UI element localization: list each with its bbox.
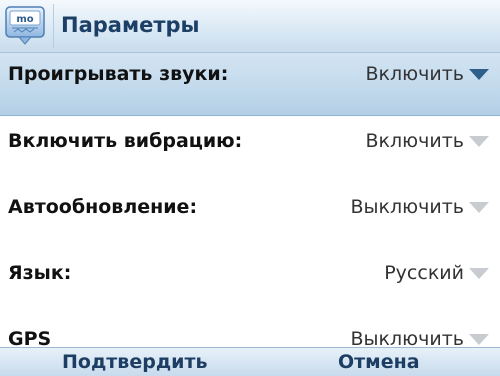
title-divider (53, 4, 54, 48)
setting-row-vibration[interactable]: Включить вибрацию: Включить (0, 115, 500, 181)
setting-value[interactable]: Включить (366, 130, 465, 152)
setting-row-language[interactable]: Язык: Русский (0, 247, 500, 313)
setting-label: Проигрывать звуки: (8, 63, 229, 85)
app-icon-text: mo (16, 14, 33, 25)
setting-row-gps[interactable]: GPS Выключить (0, 313, 500, 347)
page-title: Параметры (61, 13, 200, 37)
settings-list: Проигрывать звуки: Включить Включить виб… (0, 53, 500, 347)
setting-label: Включить вибрацию: (8, 130, 243, 152)
setting-row-autoupdate[interactable]: Автообновление: Выключить (0, 181, 500, 247)
dropdown-arrow-icon[interactable] (469, 69, 489, 80)
setting-value[interactable]: Русский (384, 262, 464, 284)
app-icon: mo (5, 6, 45, 45)
setting-row-sounds[interactable]: Проигрывать звуки: Включить (0, 53, 500, 116)
setting-label: Автообновление: (8, 196, 198, 218)
confirm-softkey[interactable]: Подтвердить (62, 351, 208, 373)
dropdown-arrow-icon[interactable] (469, 136, 489, 147)
setting-value[interactable]: Выключить (351, 196, 465, 218)
title-bar: mo Параметры (0, 0, 500, 53)
setting-label: Язык: (8, 262, 72, 284)
softkey-bar: Подтвердить Отмена (0, 347, 500, 376)
cancel-softkey[interactable]: Отмена (338, 351, 420, 373)
setting-value[interactable]: Включить (366, 63, 465, 85)
dropdown-arrow-icon[interactable] (469, 334, 489, 345)
setting-label: GPS (8, 328, 52, 347)
dropdown-arrow-icon[interactable] (469, 202, 489, 213)
setting-value[interactable]: Выключить (351, 328, 465, 347)
dropdown-arrow-icon[interactable] (469, 268, 489, 279)
